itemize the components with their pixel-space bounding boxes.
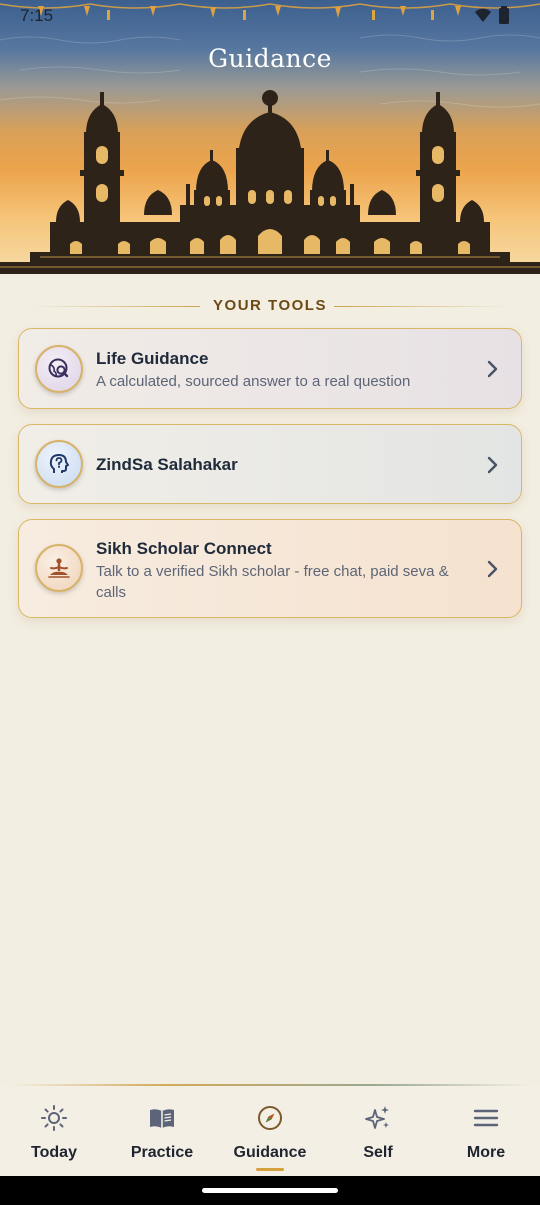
meditation-icon xyxy=(48,558,70,578)
bottom-navigation: Today Practice Guidance Self More xyxy=(0,1084,540,1176)
compass-icon xyxy=(258,1106,282,1130)
divider-left xyxy=(30,306,200,307)
book-icon xyxy=(150,1109,174,1128)
nav-label: More xyxy=(466,1144,506,1161)
nav-label: Today xyxy=(31,1144,77,1161)
tool-title: Sikh Scholar Connect xyxy=(96,539,272,558)
battery-icon xyxy=(499,6,509,24)
tool-title: ZindSa Salahakar xyxy=(96,455,238,474)
section-heading: YOUR TOOLS xyxy=(0,296,540,316)
nav-item-self[interactable]: Self xyxy=(324,1084,432,1176)
menu-icon xyxy=(473,1109,499,1127)
nav-item-practice[interactable]: Practice xyxy=(108,1084,216,1176)
tool-card-zindsa-salahakar[interactable]: ZindSa Salahakar xyxy=(18,424,522,504)
tool-card-sikh-scholar-connect[interactable]: Sikh Scholar Connect Talk to a verified … xyxy=(18,519,522,618)
section-heading-label: YOUR TOOLS xyxy=(213,297,327,314)
system-navigation-bar xyxy=(0,1176,540,1205)
active-indicator xyxy=(256,1168,284,1171)
sparkles-icon xyxy=(365,1106,389,1129)
status-icons xyxy=(474,6,510,24)
chevron-right-icon xyxy=(487,360,498,378)
page-title: Guidance xyxy=(208,44,332,73)
tool-title: Life Guidance xyxy=(96,349,209,368)
nav-label: Guidance xyxy=(233,1144,307,1161)
globe-search-icon xyxy=(48,358,69,378)
chevron-right-icon xyxy=(487,456,498,474)
nav-label: Practice xyxy=(130,1144,194,1161)
nav-item-more[interactable]: More xyxy=(432,1084,540,1176)
temple-silhouette-illustration xyxy=(0,3,540,274)
head-question-icon xyxy=(49,454,69,473)
divider-right xyxy=(334,306,510,307)
wifi-icon xyxy=(475,8,491,22)
header-banner: Guidance xyxy=(0,0,540,274)
tool-icon-wrapper xyxy=(35,544,83,592)
status-time: 7:15 xyxy=(20,6,54,25)
tool-card-life-guidance[interactable]: Life Guidance A calculated, sourced answ… xyxy=(18,328,522,409)
tool-subtitle: Talk to a verified Sikh scholar - free c… xyxy=(96,563,449,601)
chevron-right-icon xyxy=(487,560,498,578)
nav-label: Self xyxy=(363,1144,393,1161)
tool-icon-wrapper xyxy=(35,440,83,488)
nav-item-guidance[interactable]: Guidance xyxy=(216,1084,324,1176)
home-gesture-pill[interactable] xyxy=(202,1188,338,1193)
tool-subtitle: A calculated, sourced answer to a real q… xyxy=(96,373,411,390)
status-bar: 7:15 xyxy=(0,0,540,30)
sun-icon xyxy=(41,1105,67,1131)
tool-icon-wrapper xyxy=(35,345,83,393)
nav-item-today[interactable]: Today xyxy=(0,1084,108,1176)
